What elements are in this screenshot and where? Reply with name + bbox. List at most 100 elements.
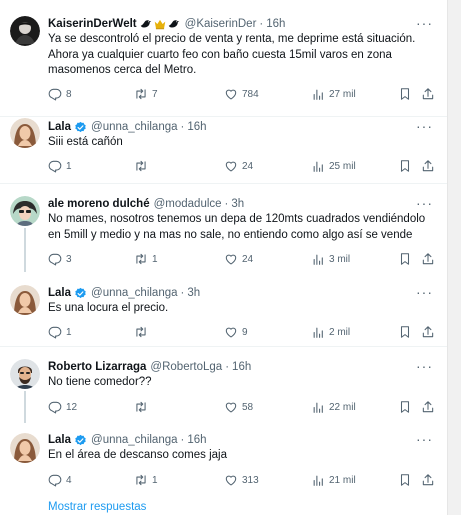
crown-icon bbox=[153, 17, 167, 31]
views-icon bbox=[312, 401, 325, 414]
like-count: 24 bbox=[242, 253, 254, 265]
separator-dot: · bbox=[225, 361, 230, 373]
tweet-card[interactable]: Lala @unna_chilanga · 3h ··· Es una locu… bbox=[0, 273, 447, 346]
avatar[interactable] bbox=[10, 16, 40, 46]
like-button[interactable]: 784 bbox=[224, 87, 259, 101]
reply-button[interactable]: 8 bbox=[48, 87, 72, 101]
views-count: 27 mil bbox=[329, 88, 356, 100]
author-name[interactable]: Lala bbox=[48, 285, 71, 301]
reply-count: 1 bbox=[66, 160, 72, 172]
separator-dot: · bbox=[224, 198, 229, 210]
tweet-card[interactable]: Roberto Lizarraga @RobertoLga · 16h ··· … bbox=[0, 347, 447, 423]
share-button[interactable] bbox=[421, 400, 435, 414]
tweet-text: No tiene comedor?? bbox=[48, 376, 152, 388]
bookmark-button[interactable] bbox=[398, 87, 412, 101]
retweet-button[interactable] bbox=[134, 325, 152, 339]
tweet-time[interactable]: 3h bbox=[231, 196, 244, 212]
author-handle[interactable]: @modadulce bbox=[154, 196, 222, 212]
bookmark-button[interactable] bbox=[398, 400, 412, 414]
bookmark-button[interactable] bbox=[398, 159, 412, 173]
author-name[interactable]: Lala bbox=[48, 119, 71, 135]
retweet-button[interactable]: 7 bbox=[134, 87, 158, 101]
views-button[interactable]: 27 mil bbox=[312, 88, 356, 101]
share-button[interactable] bbox=[421, 325, 435, 339]
reply-icon bbox=[48, 252, 62, 266]
tweet-time[interactable]: 16h bbox=[187, 119, 206, 135]
author-name[interactable]: KaiserinDerWelt bbox=[48, 16, 137, 32]
author-handle[interactable]: @KaiserinDer bbox=[185, 16, 257, 32]
avatar[interactable] bbox=[10, 196, 40, 226]
retweet-icon bbox=[134, 252, 148, 266]
scrollbar[interactable] bbox=[447, 0, 461, 515]
like-button[interactable]: 24 bbox=[224, 159, 253, 173]
tweet-actions: 1 9 2 mil bbox=[48, 324, 433, 340]
show-replies-link[interactable]: Mostrar respuestas bbox=[48, 501, 146, 513]
author-handle[interactable]: @unna_chilanga bbox=[91, 119, 178, 135]
reply-button[interactable]: 4 bbox=[48, 473, 72, 487]
views-count: 2 mil bbox=[329, 326, 351, 338]
tweet-actions: 12 58 22 mil bbox=[48, 399, 433, 415]
bird-icon bbox=[139, 17, 153, 31]
like-button[interactable]: 24 bbox=[224, 252, 253, 266]
tweet-time[interactable]: 3h bbox=[187, 285, 200, 301]
author-name[interactable]: Lala bbox=[48, 432, 71, 448]
views-button[interactable]: 2 mil bbox=[312, 326, 350, 339]
author-handle[interactable]: @RobertoLga bbox=[150, 359, 222, 375]
views-icon bbox=[312, 253, 325, 266]
views-button[interactable]: 3 mil bbox=[312, 253, 350, 266]
more-icon[interactable]: ··· bbox=[416, 359, 433, 373]
bookmark-icon bbox=[398, 473, 412, 487]
retweet-icon bbox=[134, 473, 148, 487]
separator-dot: · bbox=[259, 18, 264, 30]
bookmark-button[interactable] bbox=[398, 473, 412, 487]
avatar[interactable] bbox=[10, 359, 40, 389]
more-icon[interactable]: ··· bbox=[416, 196, 433, 210]
tweet-card[interactable]: ale moreno dulché @modadulce · 3h ··· No… bbox=[0, 184, 447, 273]
views-button[interactable]: 25 mil bbox=[312, 160, 356, 173]
more-icon[interactable]: ··· bbox=[416, 16, 433, 30]
views-button[interactable]: 22 mil bbox=[312, 401, 356, 414]
tweet-text: En el área de descanso comes jaja bbox=[48, 449, 227, 461]
share-button[interactable] bbox=[421, 159, 435, 173]
reply-button[interactable]: 1 bbox=[48, 159, 72, 173]
more-icon[interactable]: ··· bbox=[416, 285, 433, 299]
reply-button[interactable]: 3 bbox=[48, 252, 72, 266]
tweet-card[interactable]: Lala @unna_chilanga · 16h ··· Siii está … bbox=[0, 117, 447, 183]
retweet-button[interactable] bbox=[134, 400, 152, 414]
retweet-button[interactable]: 1 bbox=[134, 473, 158, 487]
tweet-time[interactable]: 16h bbox=[266, 16, 285, 32]
share-button[interactable] bbox=[421, 252, 435, 266]
more-icon[interactable]: ··· bbox=[416, 119, 433, 133]
author-name[interactable]: ale moreno dulché bbox=[48, 196, 150, 212]
author-handle[interactable]: @unna_chilanga bbox=[91, 432, 178, 448]
share-button[interactable] bbox=[421, 473, 435, 487]
tweet-card[interactable]: KaiserinDerWelt @KaiserinDer · 16h ··· Y… bbox=[0, 0, 447, 116]
share-button[interactable] bbox=[421, 87, 435, 101]
retweet-icon bbox=[134, 400, 148, 414]
author-name[interactable]: Roberto Lizarraga bbox=[48, 359, 146, 375]
retweet-button[interactable] bbox=[134, 159, 152, 173]
bookmark-button[interactable] bbox=[398, 252, 412, 266]
views-button[interactable]: 21 mil bbox=[312, 474, 356, 487]
separator-dot: · bbox=[180, 434, 185, 446]
share-icon bbox=[421, 400, 435, 414]
like-button[interactable]: 313 bbox=[224, 473, 259, 487]
tweet-card[interactable]: Lala @unna_chilanga · 16h ··· En el área… bbox=[0, 423, 447, 495]
retweet-count: 1 bbox=[152, 253, 158, 265]
avatar[interactable] bbox=[10, 433, 40, 463]
bookmark-button[interactable] bbox=[398, 325, 412, 339]
retweet-icon bbox=[134, 87, 148, 101]
replies-feed: KaiserinDerWelt @KaiserinDer · 16h ··· Y… bbox=[0, 0, 447, 515]
tweet-time[interactable]: 16h bbox=[187, 432, 206, 448]
reply-button[interactable]: 1 bbox=[48, 325, 72, 339]
author-handle[interactable]: @unna_chilanga bbox=[91, 285, 178, 301]
reply-button[interactable]: 12 bbox=[48, 400, 77, 414]
retweet-button[interactable]: 1 bbox=[134, 252, 158, 266]
like-button[interactable]: 9 bbox=[224, 325, 248, 339]
avatar[interactable] bbox=[10, 285, 40, 315]
more-icon[interactable]: ··· bbox=[416, 432, 433, 446]
like-button[interactable]: 58 bbox=[224, 400, 253, 414]
tweet-time[interactable]: 16h bbox=[232, 359, 251, 375]
avatar[interactable] bbox=[10, 118, 40, 148]
verified-badge-icon bbox=[74, 287, 87, 300]
